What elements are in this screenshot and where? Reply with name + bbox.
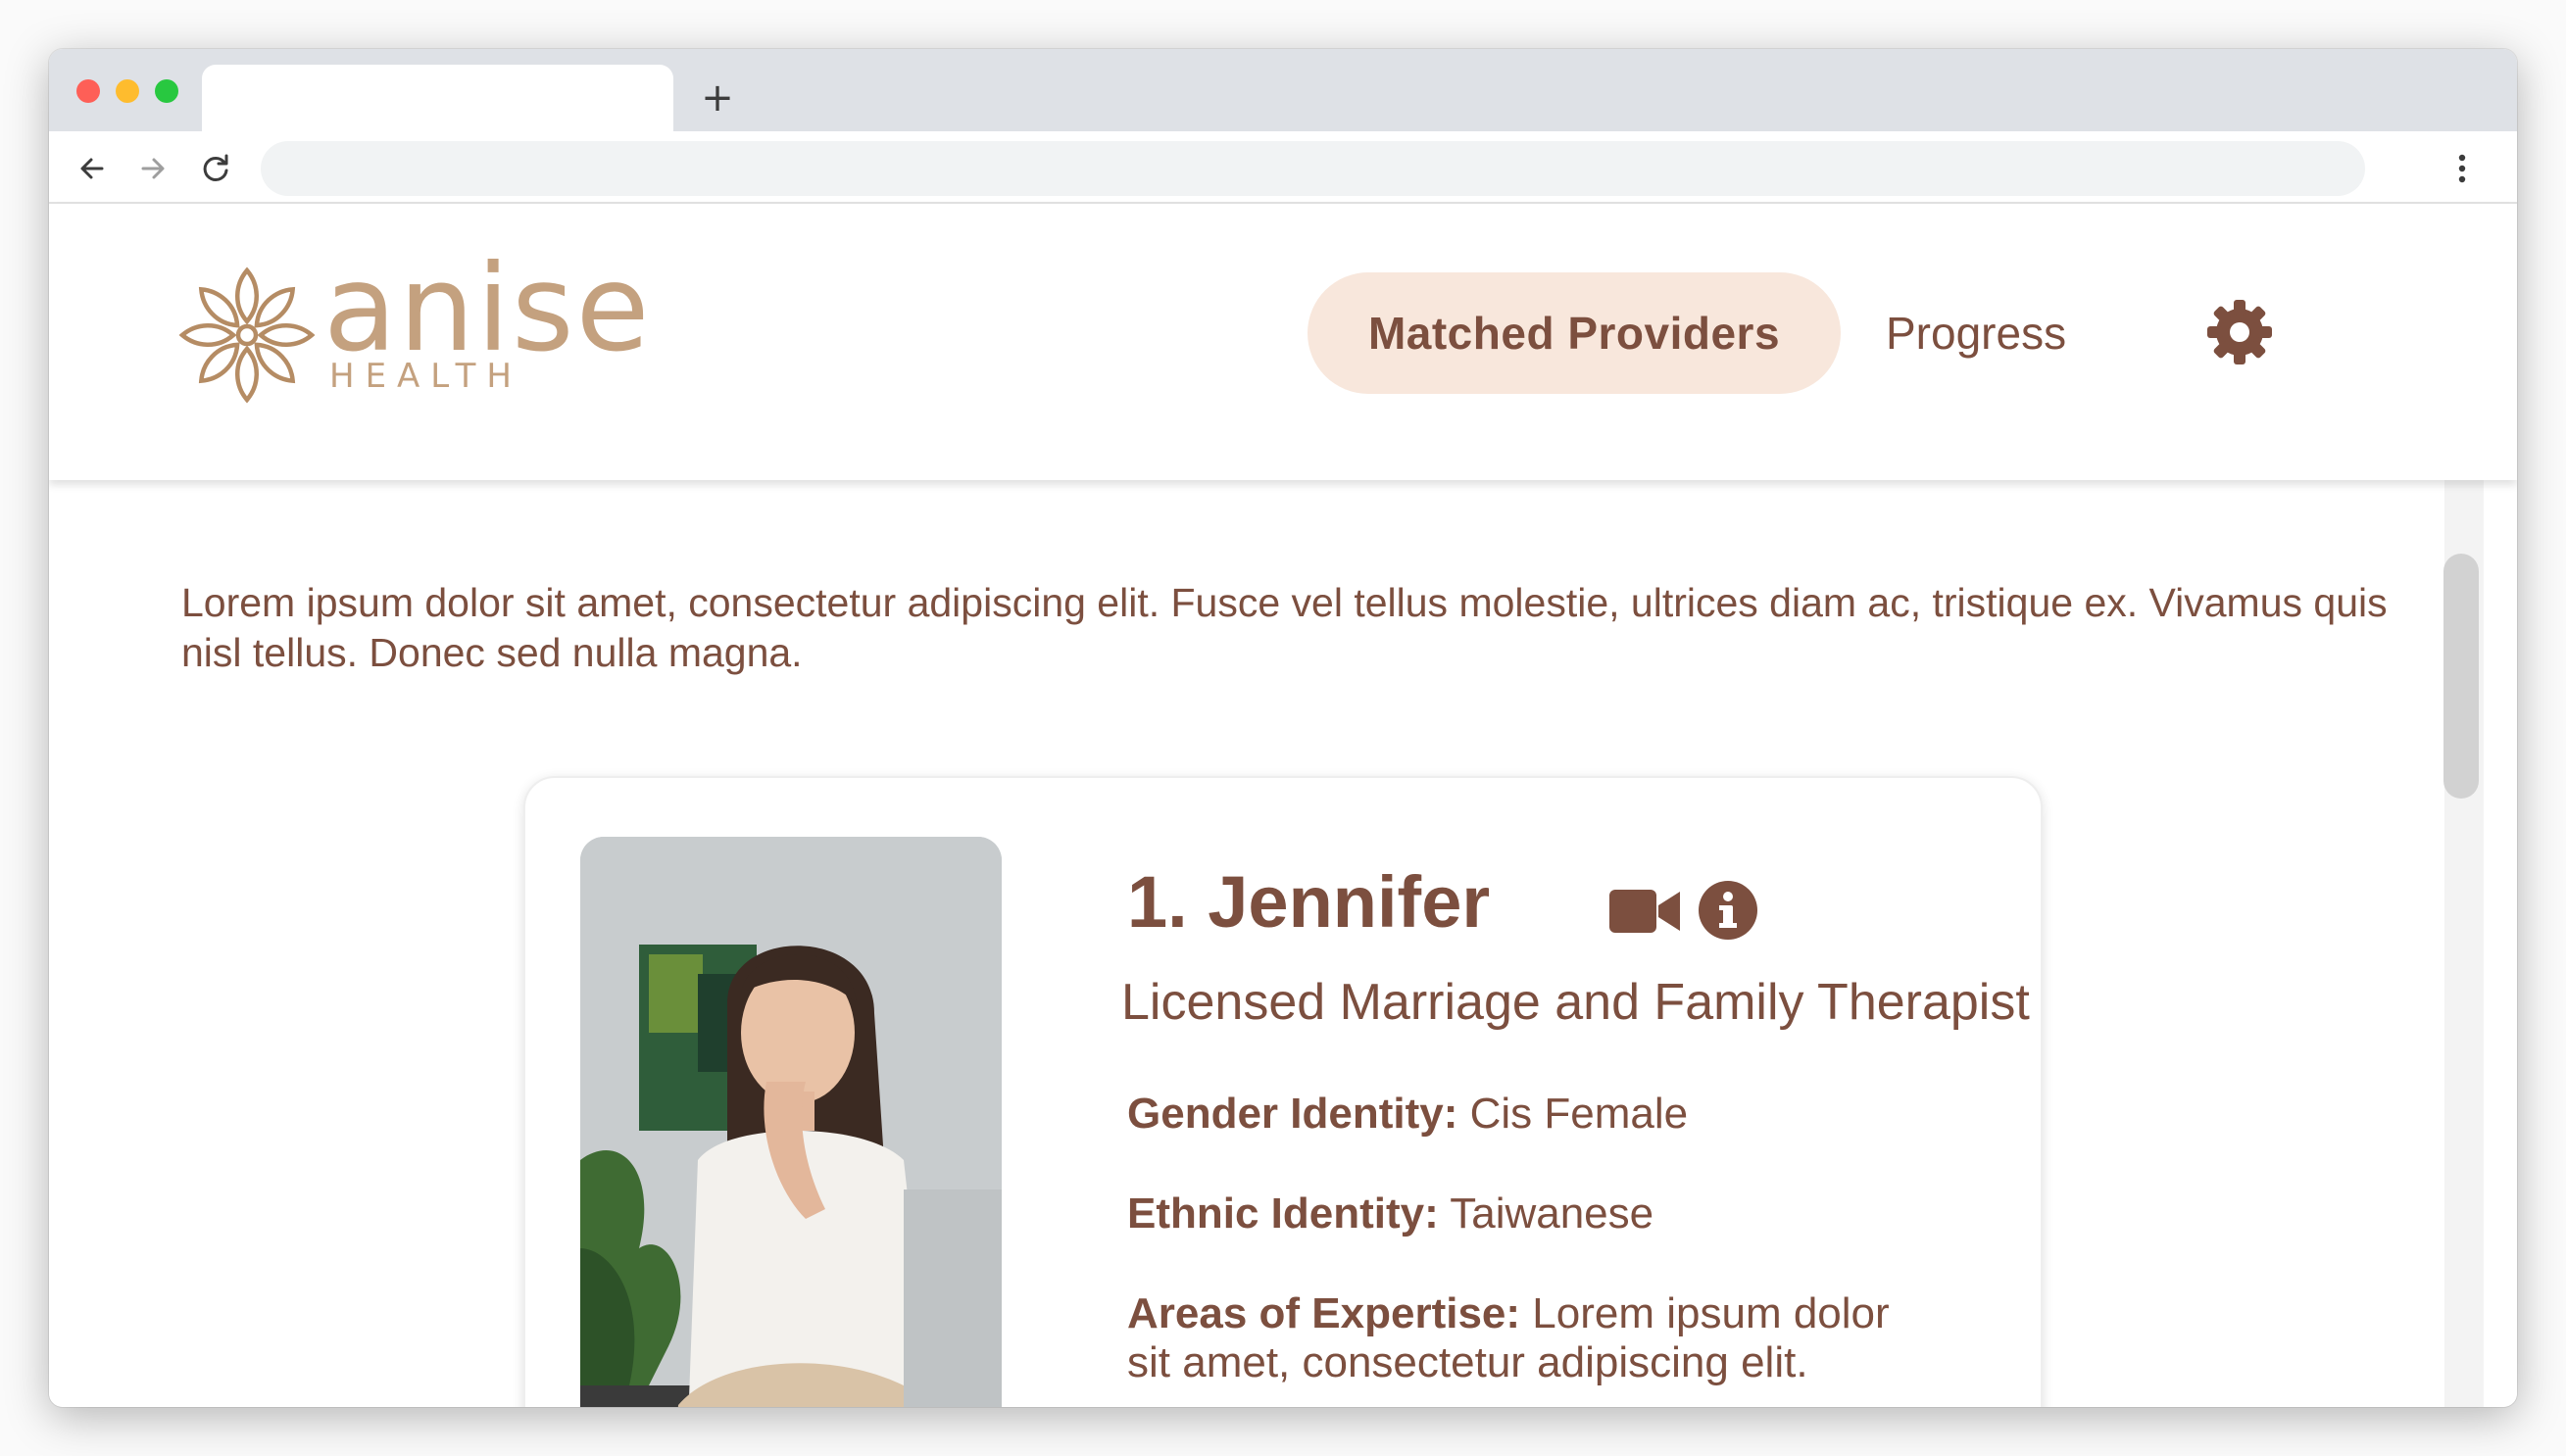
video-session-button[interactable] bbox=[1609, 886, 1680, 937]
intro-text: Lorem ipsum dolor sit amet, consectetur … bbox=[181, 580, 2388, 675]
minimize-window-button[interactable] bbox=[116, 79, 139, 103]
nav-progress[interactable]: Progress bbox=[1886, 302, 2066, 364]
stage: + anise HEALTH Matched Providers Progres… bbox=[0, 0, 2566, 1456]
field-value: Cis Female bbox=[1469, 1090, 1689, 1138]
anise-health-logo[interactable]: anise HEALTH bbox=[174, 245, 650, 410]
provider-name: 1. Jennifer bbox=[1127, 861, 1491, 943]
areas-of-expertise-field: Areas of Expertise: Lorem ipsum dolor si… bbox=[1127, 1289, 1911, 1387]
arrow-right-icon bbox=[141, 158, 165, 179]
maximize-window-button[interactable] bbox=[155, 79, 178, 103]
site-header: anise HEALTH Matched Providers Progress bbox=[49, 204, 2517, 480]
browser-toolbar bbox=[49, 131, 2517, 204]
reload-button[interactable] bbox=[196, 149, 235, 188]
new-tab-button[interactable]: + bbox=[700, 78, 735, 118]
browser-tab-bar: + bbox=[49, 49, 2517, 131]
ethnic-identity-field: Ethnic Identity: Taiwanese bbox=[1127, 1189, 1653, 1238]
scrollbar-thumb[interactable] bbox=[2443, 554, 2479, 799]
forward-button[interactable] bbox=[133, 149, 173, 188]
more-vertical-icon bbox=[2458, 154, 2466, 183]
gear-icon bbox=[2207, 300, 2272, 364]
info-icon bbox=[1699, 881, 1757, 940]
provider-card[interactable]: 1. Jennifer Licensed Marriage and Family… bbox=[523, 776, 2043, 1407]
brand-subtitle: HEALTH bbox=[329, 357, 522, 396]
provider-photo bbox=[580, 837, 1002, 1407]
browser-tab[interactable] bbox=[202, 65, 673, 131]
settings-button[interactable] bbox=[2205, 298, 2274, 366]
reload-icon bbox=[203, 154, 228, 181]
browser-menu-button[interactable] bbox=[2452, 149, 2472, 188]
video-camera-icon bbox=[1609, 890, 1680, 933]
arrow-left-icon bbox=[80, 158, 104, 179]
provider-info-button[interactable] bbox=[1698, 880, 1758, 941]
close-window-button[interactable] bbox=[76, 79, 100, 103]
back-button[interactable] bbox=[73, 149, 112, 188]
nav-matched-providers[interactable]: Matched Providers bbox=[1308, 272, 1841, 394]
address-bar[interactable] bbox=[261, 141, 2365, 196]
field-label: Ethnic Identity: bbox=[1127, 1189, 1439, 1238]
brand-name: anise bbox=[323, 239, 652, 378]
gender-identity-field: Gender Identity: Cis Female bbox=[1127, 1090, 1688, 1139]
field-label: Gender Identity: bbox=[1127, 1090, 1458, 1138]
main-content: Lorem ipsum dolor sit amet, consectetur … bbox=[49, 480, 2517, 1407]
provider-title: Licensed Marriage and Family Therapist bbox=[1121, 974, 2030, 1031]
flower-logo-icon bbox=[174, 267, 320, 408]
field-value: Taiwanese bbox=[1450, 1189, 1654, 1238]
field-label: Areas of Expertise: bbox=[1127, 1289, 1521, 1337]
browser-window: + anise HEALTH Matched Providers Progres… bbox=[49, 49, 2517, 1407]
